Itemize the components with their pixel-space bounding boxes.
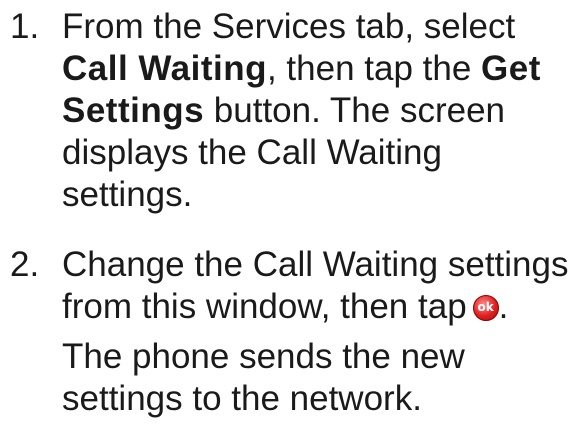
step-1-line-2: Call Waiting, then tap the Get xyxy=(62,48,582,90)
step-1-button-text: button. The screen xyxy=(204,91,506,130)
step-number: 2. xyxy=(10,245,40,284)
step-2-period: . xyxy=(498,287,509,326)
step-number: 1. xyxy=(10,7,40,46)
step-1-line-4: displays the Call Waiting xyxy=(62,133,442,172)
step-text: Change the Call Waiting settings from th… xyxy=(62,244,582,328)
step-2: 2. Change the Call Waiting settings from… xyxy=(10,244,585,328)
step-1-line-3: Settings button. The screen xyxy=(62,90,582,132)
step-2-line-2: from this window, then tap. xyxy=(62,286,582,328)
step-2-line-1: Change the Call Waiting settings xyxy=(62,245,569,284)
step-1-line-1: From the Services tab, select xyxy=(62,7,516,46)
instruction-page: 1. From the Services tab, select Call Wa… xyxy=(0,0,585,430)
step-1: 1. From the Services tab, select Call Wa… xyxy=(10,6,585,216)
step-1-connector: , then tap the xyxy=(266,49,482,88)
call-waiting-label: Call Waiting xyxy=(62,49,267,88)
result-note: The phone sends the new settings to the … xyxy=(62,336,577,420)
step-text: From the Services tab, select Call Waiti… xyxy=(62,6,582,216)
settings-label: Settings xyxy=(62,91,205,130)
step-2-line-2-text: from this window, then tap xyxy=(62,287,467,326)
note-line-2: settings to the network. xyxy=(62,379,422,418)
note-line-1: The phone sends the new xyxy=(62,337,465,376)
ok-icon xyxy=(472,295,499,321)
step-1-line-5: settings. xyxy=(62,175,193,214)
get-label: Get xyxy=(481,49,541,88)
